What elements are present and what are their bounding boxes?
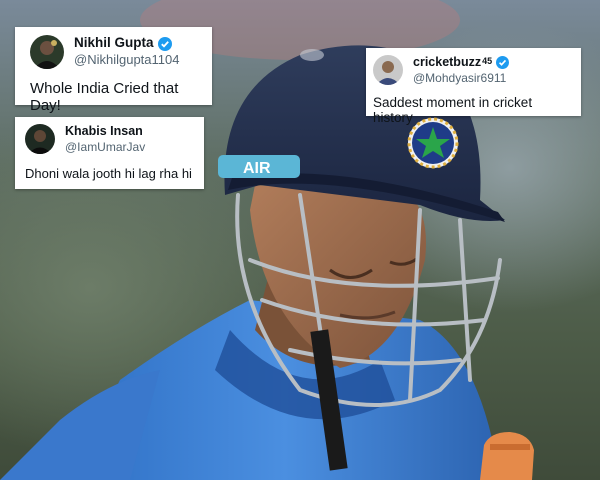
tweet-text: Dhoni wala jooth hi lag rha hi (25, 165, 192, 181)
tweet-card[interactable]: Nikhil Gupta @Nikhilgupta1104 Whole Indi… (15, 27, 212, 114)
dark-portrait-avatar[interactable] (30, 35, 64, 69)
helmet-label: AIR (243, 160, 271, 177)
bottle (480, 432, 534, 480)
tweet-author-handle[interactable]: @IamUmarJav (65, 140, 145, 155)
tweet-author-name-superscript: 45 (482, 56, 493, 67)
tweet-author-name[interactable]: Nikhil Gupta (74, 35, 154, 52)
portrait-avatar[interactable] (373, 55, 403, 86)
tweet-author-name[interactable]: cricketbuzz (413, 55, 481, 71)
tweet-author-name[interactable]: Khabis Insan (65, 124, 143, 140)
tweet-card[interactable]: cricketbuzz 45 @Mohdyasir6911 Saddest mom… (366, 48, 581, 125)
dark-portrait-avatar[interactable] (25, 124, 55, 155)
tweet-text: Whole India Cried that Day! (30, 80, 179, 114)
tweet-card[interactable]: Khabis Insan @IamUmarJav Dhoni wala joot… (15, 117, 204, 189)
tweet-author-handle[interactable]: @Nikhilgupta1104 (74, 52, 179, 68)
tweet-author-handle[interactable]: @Mohdyasir6911 (413, 71, 509, 86)
verified-badge-icon (157, 36, 172, 51)
verified-badge-icon (496, 56, 510, 70)
tweet-text: Saddest moment in cricket history (373, 94, 533, 125)
